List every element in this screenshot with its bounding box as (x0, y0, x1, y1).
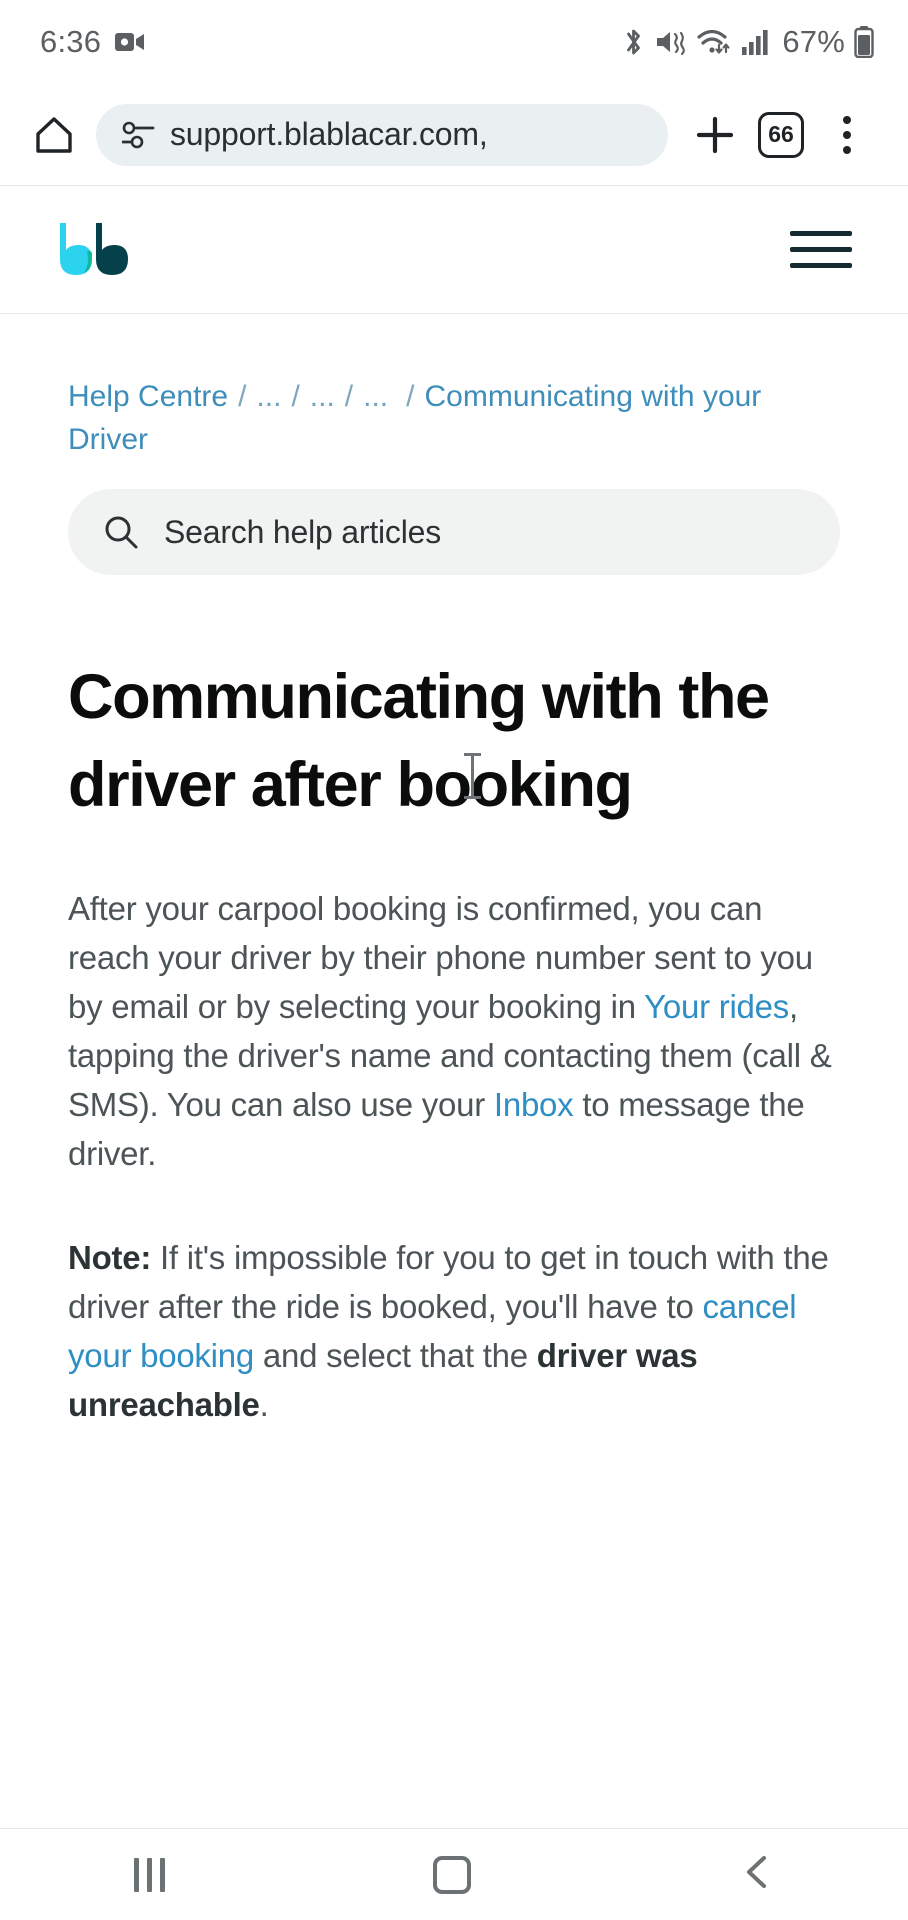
breadcrumb-item-1[interactable]: ... (256, 380, 281, 413)
p2-part3: . (259, 1385, 269, 1423)
search-input[interactable]: Search help articles (68, 489, 840, 576)
page-title: Communicating with the driver after book… (68, 653, 840, 829)
breadcrumb: Help Centre /... /... /... / Communicating wi… (0, 314, 908, 461)
link-inbox[interactable]: Inbox (494, 1086, 574, 1123)
breadcrumb-item-3[interactable]: ... (363, 380, 388, 413)
breadcrumb-separator: / (238, 380, 247, 413)
breadcrumb-item-help-centre[interactable]: Help Centre (68, 380, 228, 413)
tab-switcher-button[interactable]: 66 (748, 102, 814, 168)
status-bar-right: 67% (621, 24, 874, 60)
breadcrumb-separator: / (344, 380, 354, 413)
article-paragraph-2: Note: If it's impossible for you to get … (68, 1233, 840, 1430)
status-bar-left: 6:36 (40, 24, 145, 60)
link-your-rides[interactable]: Your rides (644, 988, 789, 1025)
url-bar[interactable]: support.blablacar.com, (96, 103, 668, 166)
wifi-icon (696, 27, 732, 57)
mute-vibrate-icon (655, 27, 687, 57)
permission-info-icon[interactable] (122, 120, 156, 150)
text-cursor-icon (464, 753, 481, 800)
site-header (0, 186, 908, 314)
browser-toolbar: support.blablacar.com, 66 (0, 84, 908, 186)
back-chevron-icon (746, 1856, 766, 1888)
hamburger-menu-icon[interactable] (790, 231, 852, 268)
recents-button[interactable] (134, 1857, 166, 1892)
page-content: Help Centre /... /... /... / Communicating wi… (0, 314, 908, 1429)
article-paragraph-1: After your carpool booking is confirmed,… (68, 884, 840, 1179)
search-icon (102, 513, 140, 551)
bluetooth-icon (621, 26, 646, 58)
search-placeholder: Search help articles (164, 513, 442, 550)
new-tab-button[interactable] (682, 102, 748, 168)
note-label: Note: (68, 1238, 152, 1276)
more-options-icon (843, 115, 851, 154)
p2-part2: and select that the (253, 1336, 537, 1374)
article: Communicating with the driver after book… (0, 575, 908, 1429)
search-section: Search help articles (0, 461, 908, 576)
home-button-nav[interactable] (433, 1855, 472, 1894)
system-nav-bar (0, 1828, 908, 1920)
battery-percent-label: 67% (782, 24, 845, 59)
breadcrumb-separator: / (406, 380, 415, 413)
tab-count-label: 66 (758, 111, 804, 158)
url-text: support.blablacar.com, (170, 116, 488, 152)
battery-icon (854, 26, 874, 58)
blablacar-logo[interactable] (56, 219, 136, 281)
more-options-button[interactable] (814, 102, 880, 168)
home-button[interactable] (22, 103, 86, 167)
home-square-icon (433, 1855, 472, 1894)
signal-bars-icon (741, 28, 768, 56)
recents-icon (134, 1857, 166, 1892)
breadcrumb-separator: / (291, 380, 300, 413)
back-button[interactable] (740, 1852, 774, 1897)
breadcrumb-item-2[interactable]: ... (310, 380, 335, 413)
status-time: 6:36 (40, 24, 102, 59)
page-title-text: Communicating with the driver after book… (68, 662, 770, 821)
video-camera-icon (115, 31, 145, 53)
status-bar: 6:36 67% (0, 0, 908, 84)
